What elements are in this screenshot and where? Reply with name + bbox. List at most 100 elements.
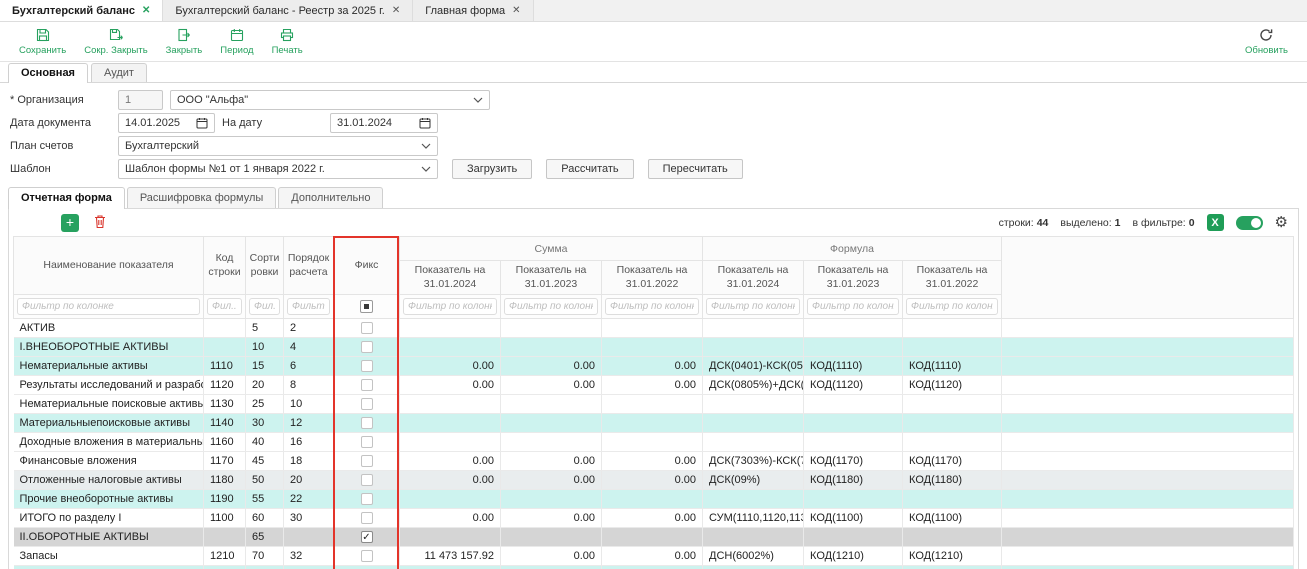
close-icon[interactable]: ✕ xyxy=(512,5,520,16)
table-row[interactable]: Налог на добавленную стоимость по пр...1… xyxy=(14,566,1294,569)
checkbox-checked-icon[interactable]: ✓ xyxy=(361,531,373,543)
table-row[interactable]: Материальныепоисковые активы11403012 xyxy=(14,414,1294,433)
col-header-formula-2023[interactable]: Показатель на 31.01.2023 xyxy=(804,261,903,295)
grid-cell: КОД(1180) xyxy=(804,471,903,490)
checkbox-icon[interactable] xyxy=(361,474,373,486)
calendar-icon[interactable] xyxy=(419,117,431,129)
org-label: * Организация xyxy=(10,94,118,106)
col-header-sum-2024[interactable]: Показатель на 31.01.2024 xyxy=(400,261,501,295)
table-row[interactable]: Результаты исследований и разработок1120… xyxy=(14,376,1294,395)
grid-cell: 0.00 xyxy=(602,376,703,395)
col-header-sum-2023[interactable]: Показатель на 31.01.2023 xyxy=(501,261,602,295)
grid-cell: 1130 xyxy=(204,395,246,414)
org-code-field[interactable]: 1 xyxy=(118,90,163,110)
add-row-button[interactable]: + xyxy=(61,214,79,232)
tab-formula-decode[interactable]: Расшифровка формулы xyxy=(127,187,276,208)
on-date-field[interactable]: 31.01.2024 xyxy=(330,113,438,133)
close-button[interactable]: Закрыть xyxy=(157,25,212,58)
load-button[interactable]: Загрузить xyxy=(452,159,532,179)
grid-cell: 30 xyxy=(246,414,284,433)
table-row[interactable]: I.ВНЕОБОРОТНЫЕ АКТИВЫ104 xyxy=(14,338,1294,357)
col-header-fix[interactable]: Фикс xyxy=(334,237,400,295)
checkbox-icon[interactable] xyxy=(361,341,373,353)
table-row[interactable]: ИТОГО по разделу I110060300.000.000.00СУ… xyxy=(14,509,1294,528)
filter-input-sort[interactable] xyxy=(249,298,280,315)
gear-icon[interactable]: ⚙ xyxy=(1275,215,1288,230)
grid-cell xyxy=(602,490,703,509)
period-button[interactable]: Период xyxy=(211,25,262,58)
recalculate-button[interactable]: Пересчитать xyxy=(648,159,743,179)
fix-cell xyxy=(334,452,400,471)
tab-audit[interactable]: Аудит xyxy=(91,63,147,82)
close-icon[interactable]: ✕ xyxy=(142,5,150,16)
table-row[interactable]: АКТИВ52 xyxy=(14,319,1294,338)
refresh-button[interactable]: Обновить xyxy=(1236,25,1297,58)
grid-cell xyxy=(703,319,804,338)
grid-cell: ИТОГО по разделу I xyxy=(14,509,204,528)
calculate-button[interactable]: Рассчитать xyxy=(546,159,633,179)
filter-input-sum-2024[interactable] xyxy=(403,298,497,315)
excel-export-icon[interactable]: X xyxy=(1207,214,1224,231)
grid-cell: 50 xyxy=(246,471,284,490)
print-button[interactable]: Печать xyxy=(263,25,312,58)
grid-cell xyxy=(1002,395,1294,414)
close-icon[interactable]: ✕ xyxy=(392,5,400,16)
tab-main[interactable]: Основная xyxy=(8,63,88,83)
window-tab-balance[interactable]: Бухгалтерский баланс ✕ xyxy=(0,0,163,21)
checkbox-icon[interactable] xyxy=(361,379,373,391)
window-tab-mainform[interactable]: Главная форма ✕ xyxy=(413,0,533,21)
col-header-sort[interactable]: Сорти ровки xyxy=(246,237,284,295)
table-row[interactable]: Отложенные налоговые активы118050200.000… xyxy=(14,471,1294,490)
filter-input-formula-2022[interactable] xyxy=(906,298,998,315)
col-header-formula-2022[interactable]: Показатель на 31.01.2022 xyxy=(903,261,1002,295)
col-header-sum-2022[interactable]: Показатель на 31.01.2022 xyxy=(602,261,703,295)
table-row[interactable]: Нематериальные активы11101560.000.000.00… xyxy=(14,357,1294,376)
checkbox-icon[interactable] xyxy=(361,360,373,372)
tab-extra[interactable]: Дополнительно xyxy=(278,187,383,208)
col-header-code[interactable]: Код строки xyxy=(204,237,246,295)
grid-cell xyxy=(804,395,903,414)
table-row[interactable]: Доходные вложения в материальные ц...116… xyxy=(14,433,1294,452)
template-select[interactable]: Шаблон формы №1 от 1 января 2022 г. xyxy=(118,159,438,179)
checkbox-icon[interactable] xyxy=(361,322,373,334)
org-select[interactable]: ООО "Альфа" xyxy=(170,90,490,110)
org-name-value: ООО "Альфа" xyxy=(177,94,467,106)
save-button[interactable]: Сохранить xyxy=(10,25,75,58)
toggle-knob xyxy=(1251,218,1261,228)
doc-date-field[interactable]: 14.01.2025 xyxy=(118,113,215,133)
checkbox-icon[interactable] xyxy=(361,436,373,448)
checkbox-icon[interactable] xyxy=(361,550,373,562)
checkbox-icon[interactable] xyxy=(361,493,373,505)
table-row[interactable]: Запасы1210703211 473 157.920.000.00ДСН(6… xyxy=(14,547,1294,566)
delete-row-button[interactable] xyxy=(91,214,109,232)
filter-toggle[interactable] xyxy=(1236,216,1263,230)
save-close-button[interactable]: Сокр. Закрыть xyxy=(75,25,156,58)
grid-cell: 0.00 xyxy=(400,509,501,528)
filter-input-order[interactable] xyxy=(287,298,330,315)
grid-cell: 32 xyxy=(284,547,334,566)
filter-input-formula-2024[interactable] xyxy=(706,298,800,315)
table-row[interactable]: II.ОБОРОТНЫЕ АКТИВЫ65✓ xyxy=(14,528,1294,547)
table-row[interactable]: Нематериальные поисковые активы11302510 xyxy=(14,395,1294,414)
grid-cell: 20 xyxy=(284,471,334,490)
col-header-order[interactable]: Порядок расчета xyxy=(284,237,334,295)
fix-filter-checkbox[interactable] xyxy=(360,300,373,313)
col-header-name[interactable]: Наименование показателя xyxy=(14,237,204,295)
checkbox-icon[interactable] xyxy=(361,512,373,524)
checkbox-icon[interactable] xyxy=(361,417,373,429)
calendar-icon[interactable] xyxy=(196,117,208,129)
filter-input-formula-2023[interactable] xyxy=(807,298,899,315)
grid-cell xyxy=(1002,357,1294,376)
table-row[interactable]: Прочие внеоборотные активы11905522 xyxy=(14,490,1294,509)
filter-input-name[interactable] xyxy=(17,298,200,315)
table-row[interactable]: Финансовые вложения117045180.000.000.00Д… xyxy=(14,452,1294,471)
chart-of-accounts-select[interactable]: Бухгалтерский xyxy=(118,136,438,156)
checkbox-icon[interactable] xyxy=(361,455,373,467)
checkbox-icon[interactable] xyxy=(361,398,373,410)
col-header-formula-2024[interactable]: Показатель на 31.01.2024 xyxy=(703,261,804,295)
filter-input-sum-2023[interactable] xyxy=(504,298,598,315)
tab-report-form[interactable]: Отчетная форма xyxy=(8,187,125,209)
filter-input-sum-2022[interactable] xyxy=(605,298,699,315)
filter-input-code[interactable] xyxy=(207,298,242,315)
window-tab-registry[interactable]: Бухгалтерский баланс - Реестр за 2025 г.… xyxy=(163,0,413,21)
